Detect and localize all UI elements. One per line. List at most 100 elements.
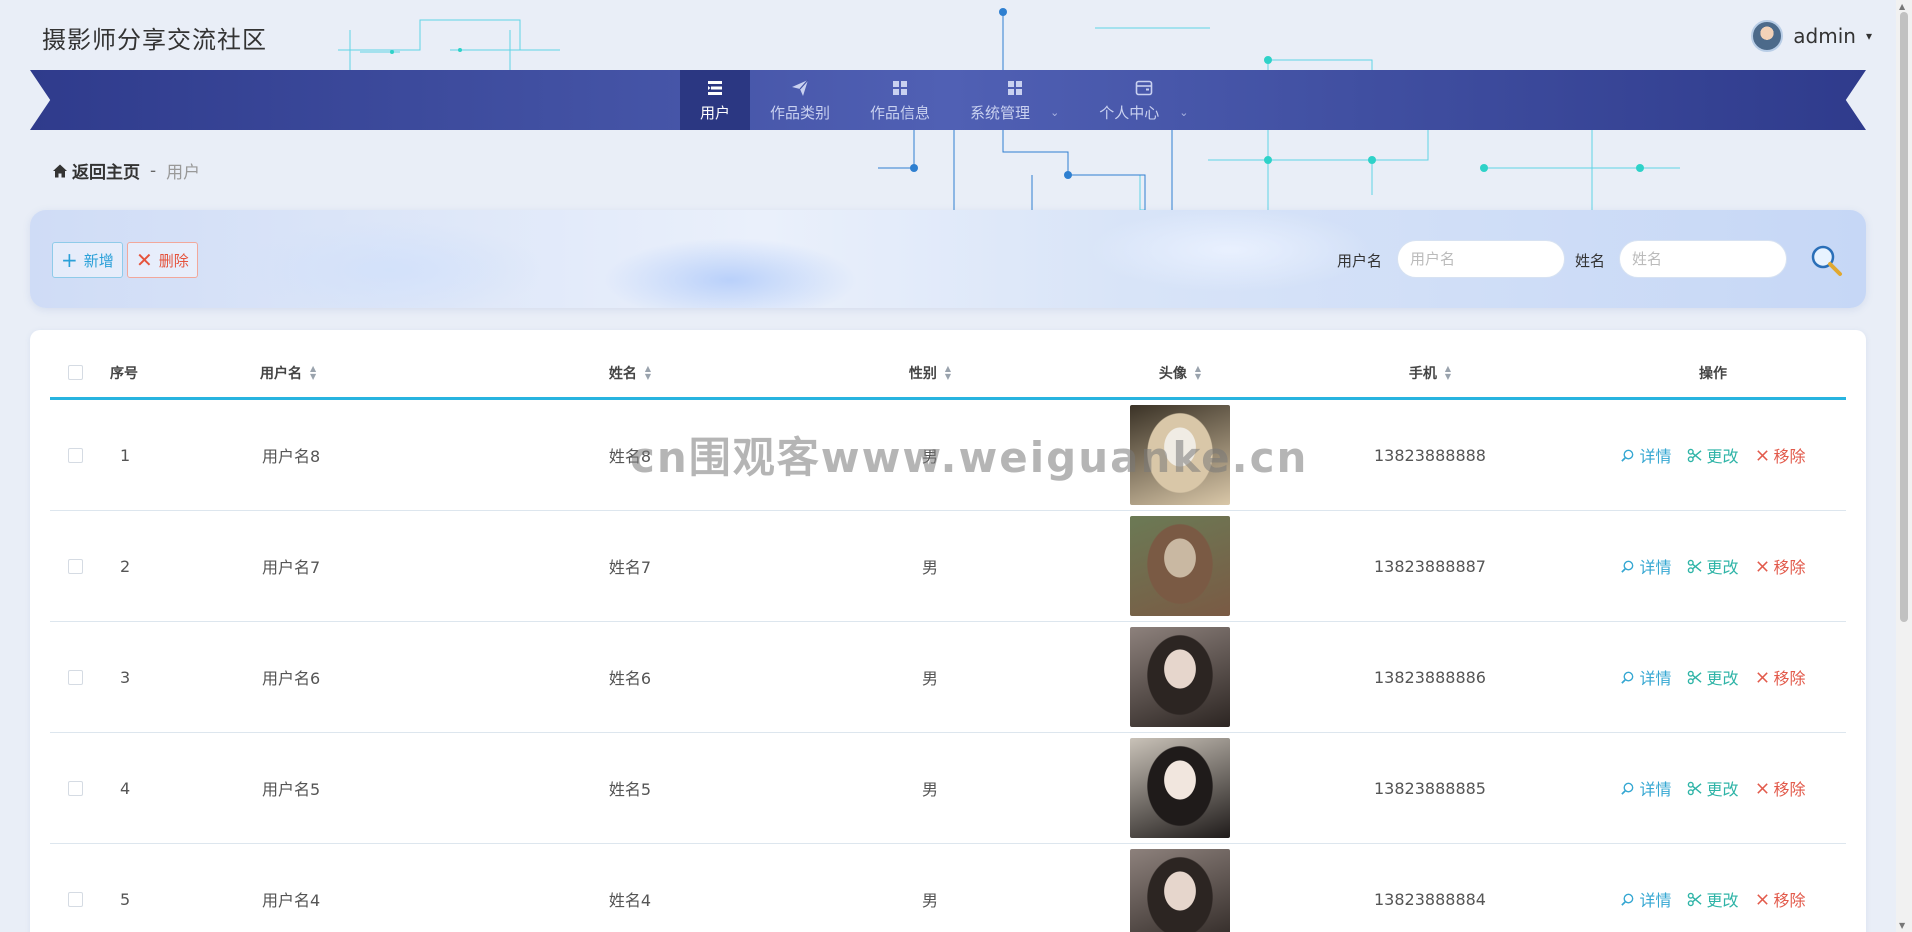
detail-button[interactable]: 详情 [1620,443,1671,467]
name-search-input[interactable] [1619,240,1787,278]
cell-phone: 13823888884 [1374,889,1486,909]
scroll-down-icon[interactable]: ▼ [1899,921,1905,930]
sort-icon[interactable]: ▲ ▼ [1445,364,1451,381]
cell-gender: 男 [921,558,938,577]
cell-avatar [1080,627,1280,727]
scrollbar-thumb[interactable] [1900,12,1908,622]
cell-actions: 详情 更改 移除 [1580,443,1846,467]
remove-button[interactable]: 移除 [1755,776,1806,800]
search-toolbar: + 新增 ✕ 删除 用户名 姓名 [30,210,1866,308]
remove-button[interactable]: 移除 [1755,443,1806,467]
header-avatar[interactable]: 头像 ▲ ▼ [1080,363,1280,383]
user-photo [1130,738,1230,838]
table-header: 序号 用户名 ▲ ▼ 姓名 ▲ ▼ 性别 ▲ ▼ 头像 ▲ ▼ 手机 ▲ ▼ 操作 [50,348,1846,400]
cell-avatar [1080,738,1280,838]
user-menu[interactable]: admin ▾ [1751,20,1872,52]
cell-name: 姓名8 [608,447,652,466]
nav-item-label: 个人中心 [1099,103,1160,122]
caret-down-icon: ▾ [1865,29,1872,43]
header-phone[interactable]: 手机 ▲ ▼ [1280,363,1580,383]
breadcrumb-separator: - [150,160,157,181]
header-name[interactable]: 姓名 ▲ ▼ [480,363,780,383]
sort-icon[interactable]: ▲ ▼ [1195,364,1201,381]
header-gender[interactable]: 性别 ▲ ▼ [780,363,1080,383]
sort-icon[interactable]: ▲ ▼ [945,364,951,381]
cell-username: 用户名6 [262,669,321,688]
row-checkbox[interactable] [67,780,83,796]
home-icon [53,164,67,177]
nav-item-work-categories[interactable]: 作品类别 [750,70,850,130]
user-photo [1130,627,1230,727]
remove-label: 移除 [1773,891,1806,910]
scrollbar[interactable]: ▲ ▼ [1896,0,1912,932]
user-table: 序号 用户名 ▲ ▼ 姓名 ▲ ▼ 性别 ▲ ▼ 头像 ▲ ▼ 手机 ▲ ▼ 操作 1 用户名8 姓… [50,348,1846,932]
header-label: 头像 [1158,365,1187,382]
nav-item-users[interactable]: 用户 [680,70,751,130]
search-icon[interactable] [1808,242,1844,278]
row-checkbox[interactable] [67,669,83,685]
edit-button[interactable]: 更改 [1687,776,1739,800]
sort-icon[interactable]: ▲ ▼ [645,364,651,381]
cell-index: 4 [120,778,131,798]
select-all-checkbox[interactable] [67,365,83,380]
user-photo [1130,516,1230,616]
cell-index: 5 [120,889,131,909]
row-select-cell [50,669,100,685]
detail-label: 详情 [1639,669,1672,688]
cell-phone: 13823888887 [1374,556,1486,576]
list-icon [708,80,722,95]
close-icon: ✕ [136,248,153,272]
row-select-cell [50,447,100,463]
username-search-input[interactable] [1397,240,1565,278]
detail-button[interactable]: 详情 [1620,554,1671,578]
row-checkbox[interactable] [67,558,83,574]
edit-button[interactable]: 更改 [1687,554,1739,578]
nav-item-label: 系统管理 [970,103,1031,122]
nav-item-profile[interactable]: 个人中心 ⌄ [1079,70,1208,130]
close-icon [1756,449,1768,461]
cell-index: 2 [120,556,131,576]
detail-button[interactable]: 详情 [1620,665,1671,689]
grid-icon [1007,80,1022,95]
magnifier-icon [1621,560,1634,573]
remove-label: 移除 [1773,780,1806,799]
user-table-card: 序号 用户名 ▲ ▼ 姓名 ▲ ▼ 性别 ▲ ▼ 头像 ▲ ▼ 手机 ▲ ▼ 操作 1 用户名8 姓… [30,330,1866,932]
scissors-icon [1688,892,1702,906]
row-select-cell [50,558,100,574]
chevron-down-icon: ⌄ [1179,105,1189,119]
table-body: 1 用户名8 姓名8 男 13823888888 详情 更改 移除 2 用户名7… [50,400,1846,932]
edit-label: 更改 [1706,447,1739,466]
remove-button[interactable]: 移除 [1755,554,1806,578]
scissors-icon [1688,670,1702,684]
nav-item-system[interactable]: 系统管理 ⌄ [950,70,1079,130]
magnifier-icon [1621,671,1634,684]
sort-icon[interactable]: ▲ ▼ [310,364,316,381]
scissors-icon [1688,781,1702,795]
add-button[interactable]: + 新增 [52,242,123,278]
detail-label: 详情 [1639,558,1672,577]
detail-label: 详情 [1639,891,1672,910]
username-search-label: 用户名 [1337,252,1383,270]
select-all-cell [50,365,100,380]
header-username[interactable]: 用户名 ▲ ▼ [170,363,480,383]
chevron-down-icon: ⌄ [1050,105,1060,119]
scroll-up-icon[interactable]: ▲ [1899,2,1905,11]
edit-button[interactable]: 更改 [1687,887,1739,911]
remove-button[interactable]: 移除 [1755,665,1806,689]
nav-item-works[interactable]: 作品信息 [850,70,950,130]
row-checkbox[interactable] [67,891,83,907]
remove-label: 移除 [1773,558,1806,577]
detail-label: 详情 [1639,447,1672,466]
remove-label: 移除 [1773,669,1806,688]
edit-button[interactable]: 更改 [1687,665,1739,689]
magnifier-icon [1621,782,1634,795]
close-icon [1756,782,1768,794]
delete-button[interactable]: ✕ 删除 [127,242,198,278]
detail-button[interactable]: 详情 [1620,887,1671,911]
breadcrumb-home[interactable]: 返回主页 [52,158,140,183]
remove-button[interactable]: 移除 [1755,887,1806,911]
name-search-label: 姓名 [1575,252,1606,270]
detail-button[interactable]: 详情 [1620,776,1671,800]
edit-button[interactable]: 更改 [1687,443,1739,467]
row-checkbox[interactable] [67,447,83,463]
